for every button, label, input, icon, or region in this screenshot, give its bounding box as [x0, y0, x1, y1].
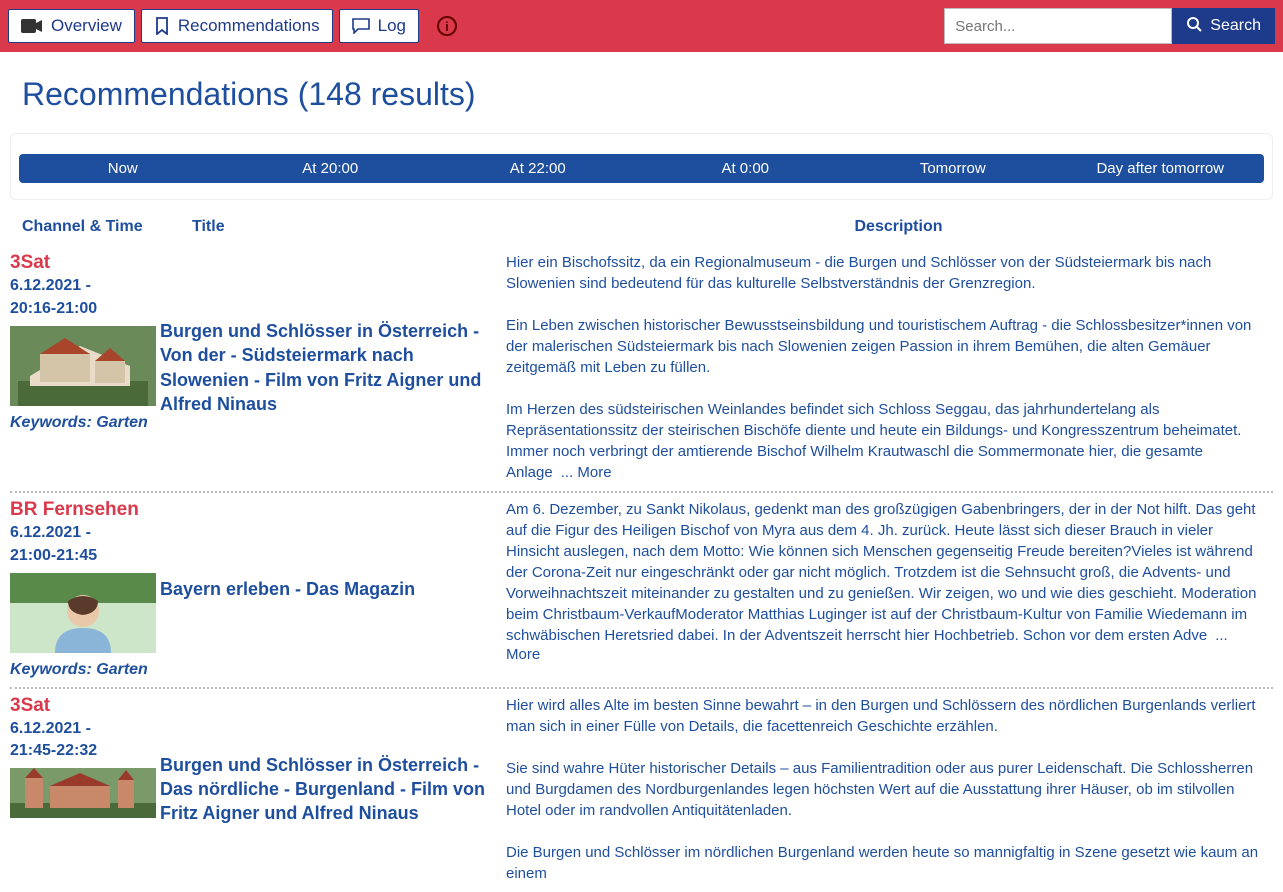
search-wrap: Search	[944, 8, 1275, 44]
keywords: Keywords: Garten	[10, 414, 160, 432]
table-row: 3Sat6.12.2021 -20:16-21:00 Keywords: Gart…	[10, 246, 1273, 493]
recommendations-label: Recommendations	[178, 16, 320, 36]
broadcast-time: 20:16-21:00	[10, 299, 160, 320]
topbar: Overview Recommendations Log i Search	[0, 0, 1283, 52]
col-channel-time: Channel & Time	[22, 218, 184, 236]
channel-name: BR Fernsehen	[10, 499, 160, 521]
rows-container: 3Sat6.12.2021 -20:16-21:00Keywords: Gart…	[10, 246, 1273, 892]
program-thumbnail	[10, 768, 156, 848]
program-description: Am 6. Dezember, zu Sankt Nikolaus, geden…	[506, 501, 1256, 644]
broadcast-time: 21:00-21:45	[10, 546, 160, 567]
col-description: Description	[524, 218, 1265, 236]
program-description: Hier ein Bischofssitz, da ein Regionalmu…	[506, 254, 1251, 481]
broadcast-date: 6.12.2021 -	[10, 719, 160, 740]
program-thumbnail	[10, 573, 156, 653]
program-title[interactable]: Burgen und Schlösser in Österreich - Von…	[160, 319, 496, 416]
channel-name: 3Sat	[10, 252, 160, 274]
log-label: Log	[378, 16, 406, 36]
program-description: Hier wird alles Alte im besten Sinne bew…	[506, 697, 1258, 882]
bookmark-icon	[154, 17, 170, 35]
channel-name: 3Sat	[10, 695, 160, 717]
time-filter-panel: NowAt 20:00At 22:00At 0:00TomorrowDay af…	[10, 133, 1273, 200]
col-title: Title	[184, 218, 524, 236]
log-button[interactable]: Log	[339, 9, 419, 43]
table-row: BR Fernsehen6.12.2021 -21:00-21:45 Keywor…	[10, 493, 1273, 689]
camera-icon	[21, 18, 43, 34]
time-tab[interactable]: Tomorrow	[849, 154, 1057, 183]
table-header: Channel & Time Title Description	[10, 212, 1273, 246]
search-input[interactable]	[944, 8, 1172, 44]
info-icon[interactable]: i	[437, 16, 457, 36]
time-tab[interactable]: At 0:00	[642, 154, 850, 183]
cell-title: Burgen und Schlösser in Österreich - Das…	[160, 695, 506, 884]
program-title[interactable]: Burgen und Schlösser in Österreich - Das…	[160, 753, 496, 826]
page: Recommendations (148 results) NowAt 20:0…	[0, 52, 1283, 892]
cell-channel-time: 3Sat6.12.2021 -21:45-22:32	[10, 695, 160, 884]
cell-channel-time: 3Sat6.12.2021 -20:16-21:00 Keywords: Gart…	[10, 252, 160, 483]
broadcast-time: 21:45-22:32	[10, 741, 160, 762]
cell-title: Bayern erleben - Das Magazin	[160, 499, 506, 679]
cell-channel-time: BR Fernsehen6.12.2021 -21:00-21:45 Keywor…	[10, 499, 160, 679]
cell-title: Burgen und Schlösser in Österreich - Von…	[160, 252, 506, 483]
broadcast-date: 6.12.2021 -	[10, 276, 160, 297]
keywords: Keywords: Garten	[10, 661, 160, 679]
time-tab[interactable]: Day after tomorrow	[1057, 154, 1265, 183]
time-tab[interactable]: At 22:00	[434, 154, 642, 183]
time-tab[interactable]: At 20:00	[227, 154, 435, 183]
cell-description: Am 6. Dezember, zu Sankt Nikolaus, geden…	[506, 499, 1273, 679]
more-link[interactable]: ... More	[561, 464, 612, 481]
program-title[interactable]: Bayern erleben - Das Magazin	[160, 577, 415, 601]
search-icon	[1186, 16, 1202, 37]
chat-icon	[352, 18, 370, 34]
program-thumbnail	[10, 326, 156, 406]
time-tabs: NowAt 20:00At 22:00At 0:00TomorrowDay af…	[19, 154, 1264, 183]
time-tab[interactable]: Now	[19, 154, 227, 183]
broadcast-date: 6.12.2021 -	[10, 523, 160, 544]
search-button[interactable]: Search	[1172, 8, 1275, 44]
cell-description: Hier wird alles Alte im besten Sinne bew…	[506, 695, 1273, 884]
recommendations-button[interactable]: Recommendations	[141, 9, 333, 43]
page-title: Recommendations (148 results)	[10, 70, 1273, 129]
search-button-label: Search	[1210, 17, 1261, 35]
overview-button[interactable]: Overview	[8, 9, 135, 43]
overview-label: Overview	[51, 16, 122, 36]
cell-description: Hier ein Bischofssitz, da ein Regionalmu…	[506, 252, 1273, 483]
table-row: 3Sat6.12.2021 -21:45-22:32Burgen und Sch…	[10, 689, 1273, 892]
